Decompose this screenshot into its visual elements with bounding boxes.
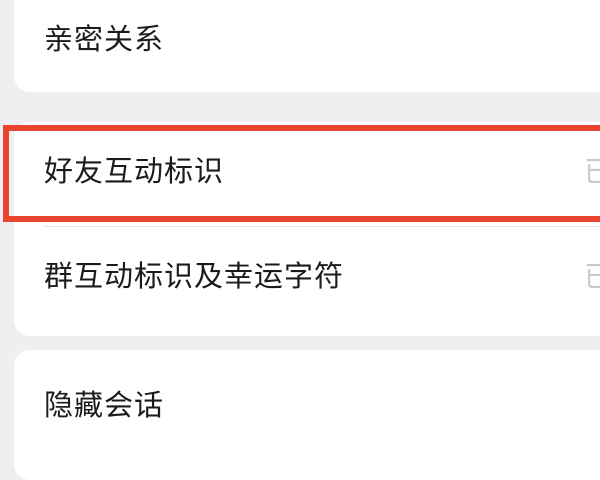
row-divider bbox=[44, 226, 600, 227]
setting-row-intimate-relationship[interactable]: 亲密关系 bbox=[14, 0, 600, 104]
setting-label: 好友互动标识 bbox=[44, 154, 225, 188]
setting-status-value: 已 bbox=[584, 155, 600, 188]
settings-card-badges: 好友互动标识 已 群互动标识及幸运字符 已 bbox=[14, 122, 600, 336]
setting-row-hidden-chats[interactable]: 隐藏会话 bbox=[14, 350, 600, 456]
setting-label: 隐藏会话 bbox=[44, 388, 165, 422]
setting-status-value: 已 bbox=[584, 260, 600, 293]
setting-label: 群互动标识及幸运字符 bbox=[44, 259, 345, 293]
setting-label: 亲密关系 bbox=[44, 22, 165, 56]
setting-row-group-interaction-badge[interactable]: 群互动标识及幸运字符 已 bbox=[14, 228, 600, 334]
settings-card-privacy: 隐藏会话 bbox=[14, 350, 600, 480]
setting-row-friend-interaction-badge[interactable]: 好友互动标识 已 bbox=[14, 122, 600, 228]
settings-card-relations: 亲密关系 bbox=[14, 0, 600, 92]
